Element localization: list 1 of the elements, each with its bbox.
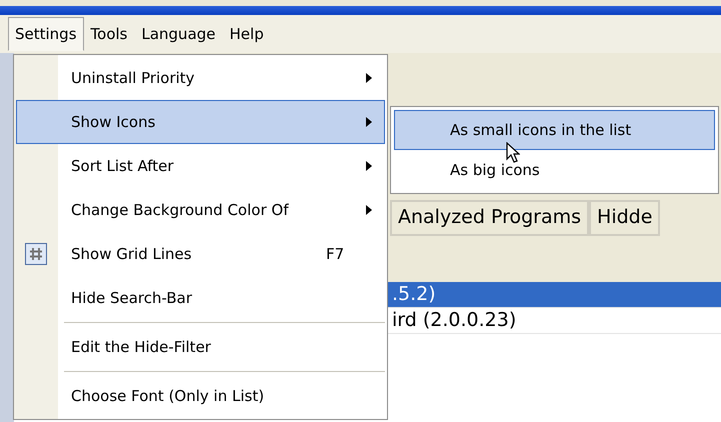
- shortcut-label: F7: [326, 245, 346, 263]
